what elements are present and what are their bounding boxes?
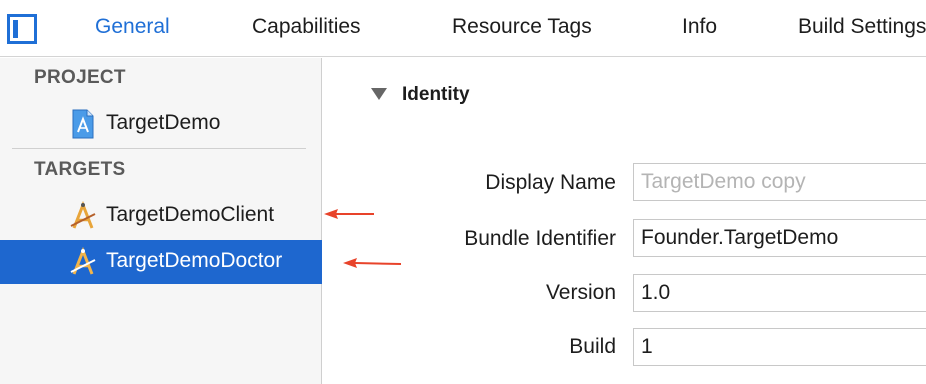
tab-build-settings[interactable]: Build Settings	[798, 15, 926, 39]
identity-panel: Identity Display Name Bundle Identifier …	[323, 58, 926, 384]
display-name-label: Display Name	[485, 171, 616, 194]
sidebar-item-target-client[interactable]: TargetDemoClient	[0, 194, 322, 238]
bundle-identifier-label: Bundle Identifier	[464, 227, 616, 250]
sidebar-item-project[interactable]: TargetDemo	[0, 102, 322, 146]
sidebar-toggle-bar	[13, 20, 18, 38]
project-file-icon	[72, 109, 94, 139]
identity-section-title: Identity	[402, 84, 470, 105]
sidebar: PROJECT TargetDemo TARGETS TargetDemoCli…	[0, 58, 322, 384]
sidebar-item-target-doctor[interactable]: TargetDemoDoctor	[0, 240, 322, 284]
project-section-header: PROJECT	[34, 67, 126, 88]
tab-capabilities[interactable]: Capabilities	[252, 15, 361, 39]
disclosure-triangle-icon[interactable]	[371, 88, 387, 100]
tab-resource-tags[interactable]: Resource Tags	[452, 15, 592, 39]
annotation-arrow-icon	[343, 258, 402, 268]
tab-info[interactable]: Info	[682, 15, 717, 39]
targets-section-header: TARGETS	[34, 159, 126, 180]
bundle-identifier-field[interactable]	[633, 219, 926, 257]
tab-bar: General Capabilities Resource Tags Info …	[0, 0, 926, 57]
app-target-icon	[70, 246, 96, 275]
display-name-field[interactable]	[633, 163, 926, 201]
build-field[interactable]	[633, 328, 926, 366]
version-field[interactable]	[633, 274, 926, 312]
sidebar-item-target-doctor-label: TargetDemoDoctor	[106, 249, 283, 272]
version-label: Version	[545, 281, 616, 304]
sidebar-toggle-icon[interactable]	[7, 14, 37, 44]
tab-general[interactable]: General	[95, 15, 170, 39]
sidebar-divider	[12, 148, 306, 149]
sidebar-item-project-label: TargetDemo	[106, 111, 221, 134]
build-label: Build	[569, 335, 616, 358]
sidebar-item-target-client-label: TargetDemoClient	[106, 203, 275, 226]
app-target-icon	[70, 200, 96, 229]
annotation-arrow-icon	[324, 209, 374, 219]
